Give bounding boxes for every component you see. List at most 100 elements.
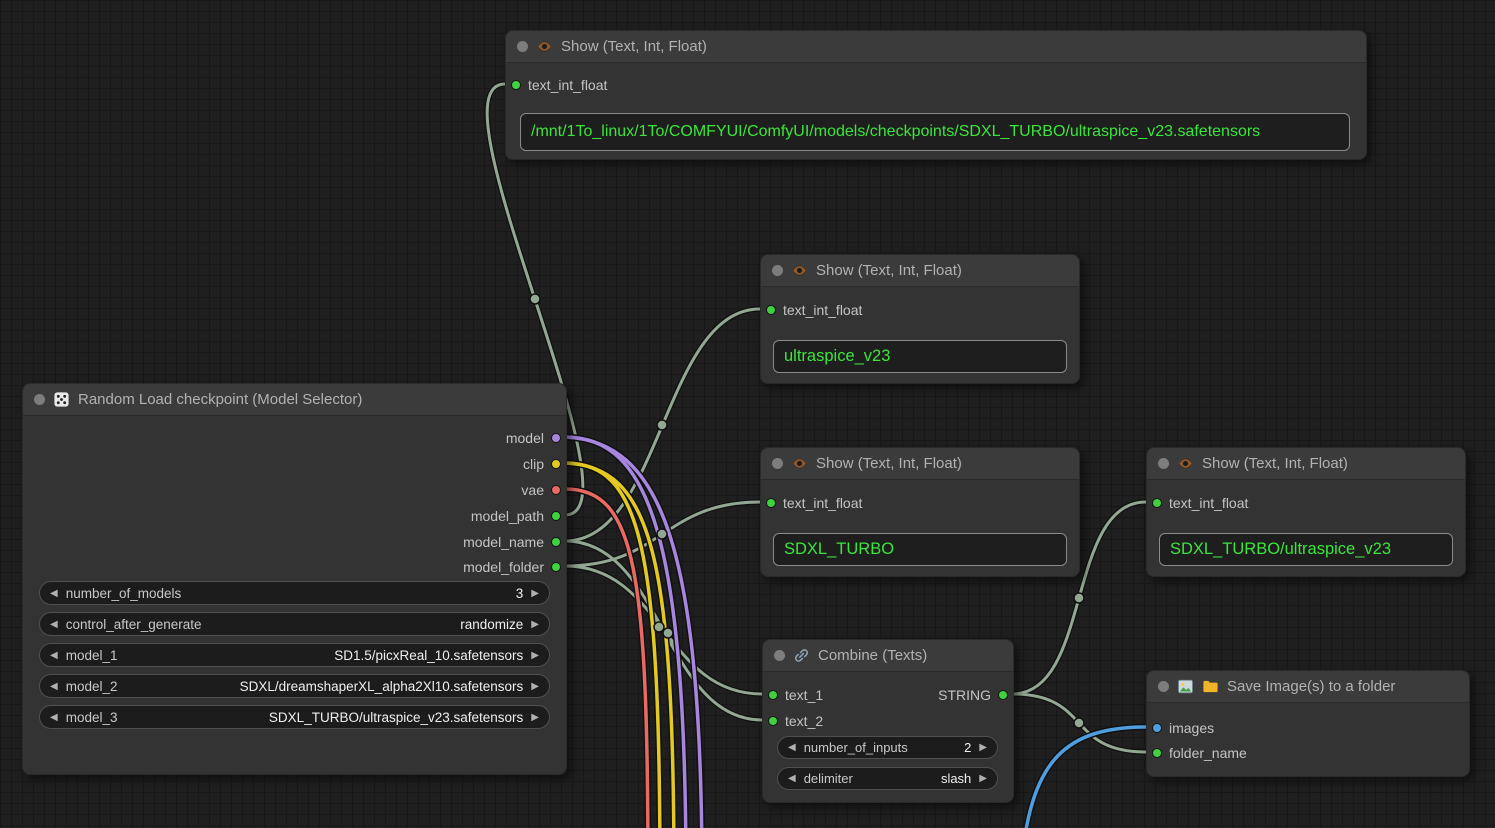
widget-label: model_1 xyxy=(66,648,118,663)
widget-number-of-inputs[interactable]: ◀ number_of_inputs 2 ▶ xyxy=(777,736,998,759)
input-dot[interactable] xyxy=(1152,498,1162,508)
widget-label: model_2 xyxy=(66,679,118,694)
input-dot-images[interactable] xyxy=(1152,723,1162,733)
link-icon xyxy=(793,647,810,664)
output-slot-string[interactable]: STRING xyxy=(938,684,1008,706)
input-slot-images[interactable]: images xyxy=(1152,717,1214,739)
output-dot-model-folder[interactable] xyxy=(551,562,561,572)
widget-value: 3 xyxy=(516,586,524,601)
widget-model-2[interactable]: ◀ model_2 SDXL/dreamshaperXL_alpha2Xl10.… xyxy=(39,674,550,698)
node-show-model-name[interactable]: Show (Text, Int, Float) text_int_float u… xyxy=(760,254,1080,384)
output-label: model_folder xyxy=(463,559,544,575)
right-arrow-icon[interactable]: ▶ xyxy=(531,681,539,692)
input-dot[interactable] xyxy=(768,716,778,726)
left-arrow-icon[interactable]: ◀ xyxy=(50,619,58,630)
node-header[interactable]: Combine (Texts) xyxy=(763,640,1013,672)
collapse-dot[interactable] xyxy=(1158,458,1169,469)
node-title: Random Load checkpoint (Model Selector) xyxy=(78,391,362,408)
collapse-dot[interactable] xyxy=(772,458,783,469)
left-arrow-icon[interactable]: ◀ xyxy=(50,681,58,692)
widget-model-1[interactable]: ◀ model_1 SD1.5/picxReal_10.safetensors … xyxy=(39,643,550,667)
left-arrow-icon[interactable]: ◀ xyxy=(788,742,796,753)
widget-label: control_after_generate xyxy=(66,617,202,632)
widget-value: SDXL/dreamshaperXL_alpha2Xl10.safetensor… xyxy=(240,679,524,694)
output-slot-vae[interactable]: vae xyxy=(521,479,561,501)
widget-value: randomize xyxy=(460,617,523,632)
widget-control-after-generate[interactable]: ◀ control_after_generate randomize ▶ xyxy=(39,612,550,636)
widget-label: number_of_models xyxy=(66,586,182,601)
right-arrow-icon[interactable]: ▶ xyxy=(531,650,539,661)
node-header[interactable]: Show (Text, Int, Float) xyxy=(761,448,1079,480)
input-dot[interactable] xyxy=(511,80,521,90)
output-label: vae xyxy=(521,482,544,498)
node-combine-texts[interactable]: Combine (Texts) text_1 text_2 STRING ◀ n… xyxy=(762,639,1014,803)
node-header[interactable]: Random Load checkpoint (Model Selector) xyxy=(23,384,566,416)
output-label: model_name xyxy=(463,534,544,550)
node-model-selector[interactable]: Random Load checkpoint (Model Selector) … xyxy=(22,383,567,775)
output-dot-model-path[interactable] xyxy=(551,511,561,521)
collapse-dot[interactable] xyxy=(774,650,785,661)
widget-label: delimiter xyxy=(804,771,853,786)
right-arrow-icon[interactable]: ▶ xyxy=(531,619,539,630)
input-slot-text-int-float[interactable]: text_int_float xyxy=(766,299,862,321)
show-value-box[interactable]: SDXL_TURBO/ultraspice_v23 xyxy=(1159,533,1453,566)
collapse-dot[interactable] xyxy=(517,41,528,52)
input-dot[interactable] xyxy=(768,690,778,700)
node-title: Combine (Texts) xyxy=(818,647,927,664)
node-header[interactable]: Show (Text, Int, Float) xyxy=(1147,448,1465,480)
output-label: model xyxy=(506,430,544,446)
output-slot-model[interactable]: model xyxy=(506,427,561,449)
output-dot-clip[interactable] xyxy=(551,459,561,469)
right-arrow-icon[interactable]: ▶ xyxy=(531,712,539,723)
output-slot-clip[interactable]: clip xyxy=(523,453,561,475)
widget-number-of-models[interactable]: ◀ number_of_models 3 ▶ xyxy=(39,581,550,605)
comfyui-node-graph: { "nodes": { "show_path": { "title": "Sh… xyxy=(0,0,1495,828)
output-dot-string[interactable] xyxy=(998,690,1008,700)
widget-delimiter[interactable]: ◀ delimiter slash ▶ xyxy=(777,767,998,790)
output-slot-model-name[interactable]: model_name xyxy=(463,531,561,553)
right-arrow-icon[interactable]: ▶ xyxy=(979,742,987,753)
left-arrow-icon[interactable]: ◀ xyxy=(50,650,58,661)
output-dot-model-name[interactable] xyxy=(551,537,561,547)
node-header[interactable]: Show (Text, Int, Float) xyxy=(761,255,1079,287)
node-header[interactable]: Show (Text, Int, Float) xyxy=(506,31,1366,63)
left-arrow-icon[interactable]: ◀ xyxy=(50,712,58,723)
show-value-box[interactable]: /mnt/1To_linux/1To/COMFYUI/ComfyUI/model… xyxy=(520,113,1350,151)
output-dot-model[interactable] xyxy=(551,433,561,443)
left-arrow-icon[interactable]: ◀ xyxy=(50,588,58,599)
node-header[interactable]: Save Image(s) to a folder xyxy=(1147,671,1469,703)
node-show-model-folder[interactable]: Show (Text, Int, Float) text_int_float S… xyxy=(760,447,1080,577)
show-value-box[interactable]: SDXL_TURBO xyxy=(773,533,1067,566)
node-show-model-path[interactable]: Show (Text, Int, Float) text_int_float /… xyxy=(505,30,1367,160)
input-slot-text-int-float[interactable]: text_int_float xyxy=(766,492,862,514)
eye-icon xyxy=(1177,455,1194,472)
node-title: Show (Text, Int, Float) xyxy=(561,38,707,55)
input-slot-folder-name[interactable]: folder_name xyxy=(1152,742,1247,764)
folder-icon xyxy=(1202,678,1219,695)
widget-model-3[interactable]: ◀ model_3 SDXL_TURBO/ultraspice_v23.safe… xyxy=(39,705,550,729)
output-slot-model-path[interactable]: model_path xyxy=(471,505,561,527)
input-dot[interactable] xyxy=(766,305,776,315)
output-dot-vae[interactable] xyxy=(551,485,561,495)
node-show-combined[interactable]: Show (Text, Int, Float) text_int_float S… xyxy=(1146,447,1466,577)
input-slot-text-1[interactable]: text_1 xyxy=(768,684,823,706)
image-icon xyxy=(1177,678,1194,695)
output-slot-model-folder[interactable]: model_folder xyxy=(463,556,561,578)
node-title: Save Image(s) to a folder xyxy=(1227,678,1395,695)
node-title: Show (Text, Int, Float) xyxy=(816,455,962,472)
input-slot-text-int-float[interactable]: text_int_float xyxy=(511,74,607,96)
collapse-dot[interactable] xyxy=(34,394,45,405)
input-slot-text-int-float[interactable]: text_int_float xyxy=(1152,492,1248,514)
right-arrow-icon[interactable]: ▶ xyxy=(979,773,987,784)
input-slot-text-2[interactable]: text_2 xyxy=(768,710,823,732)
left-arrow-icon[interactable]: ◀ xyxy=(788,773,796,784)
right-arrow-icon[interactable]: ▶ xyxy=(531,588,539,599)
input-dot-folder-name[interactable] xyxy=(1152,748,1162,758)
show-value-box[interactable]: ultraspice_v23 xyxy=(773,340,1067,373)
node-save-images[interactable]: Save Image(s) to a folder images folder_… xyxy=(1146,670,1470,777)
collapse-dot[interactable] xyxy=(772,265,783,276)
collapse-dot[interactable] xyxy=(1158,681,1169,692)
input-dot[interactable] xyxy=(766,498,776,508)
widget-value: slash xyxy=(941,771,971,786)
output-label: model_path xyxy=(471,508,544,524)
